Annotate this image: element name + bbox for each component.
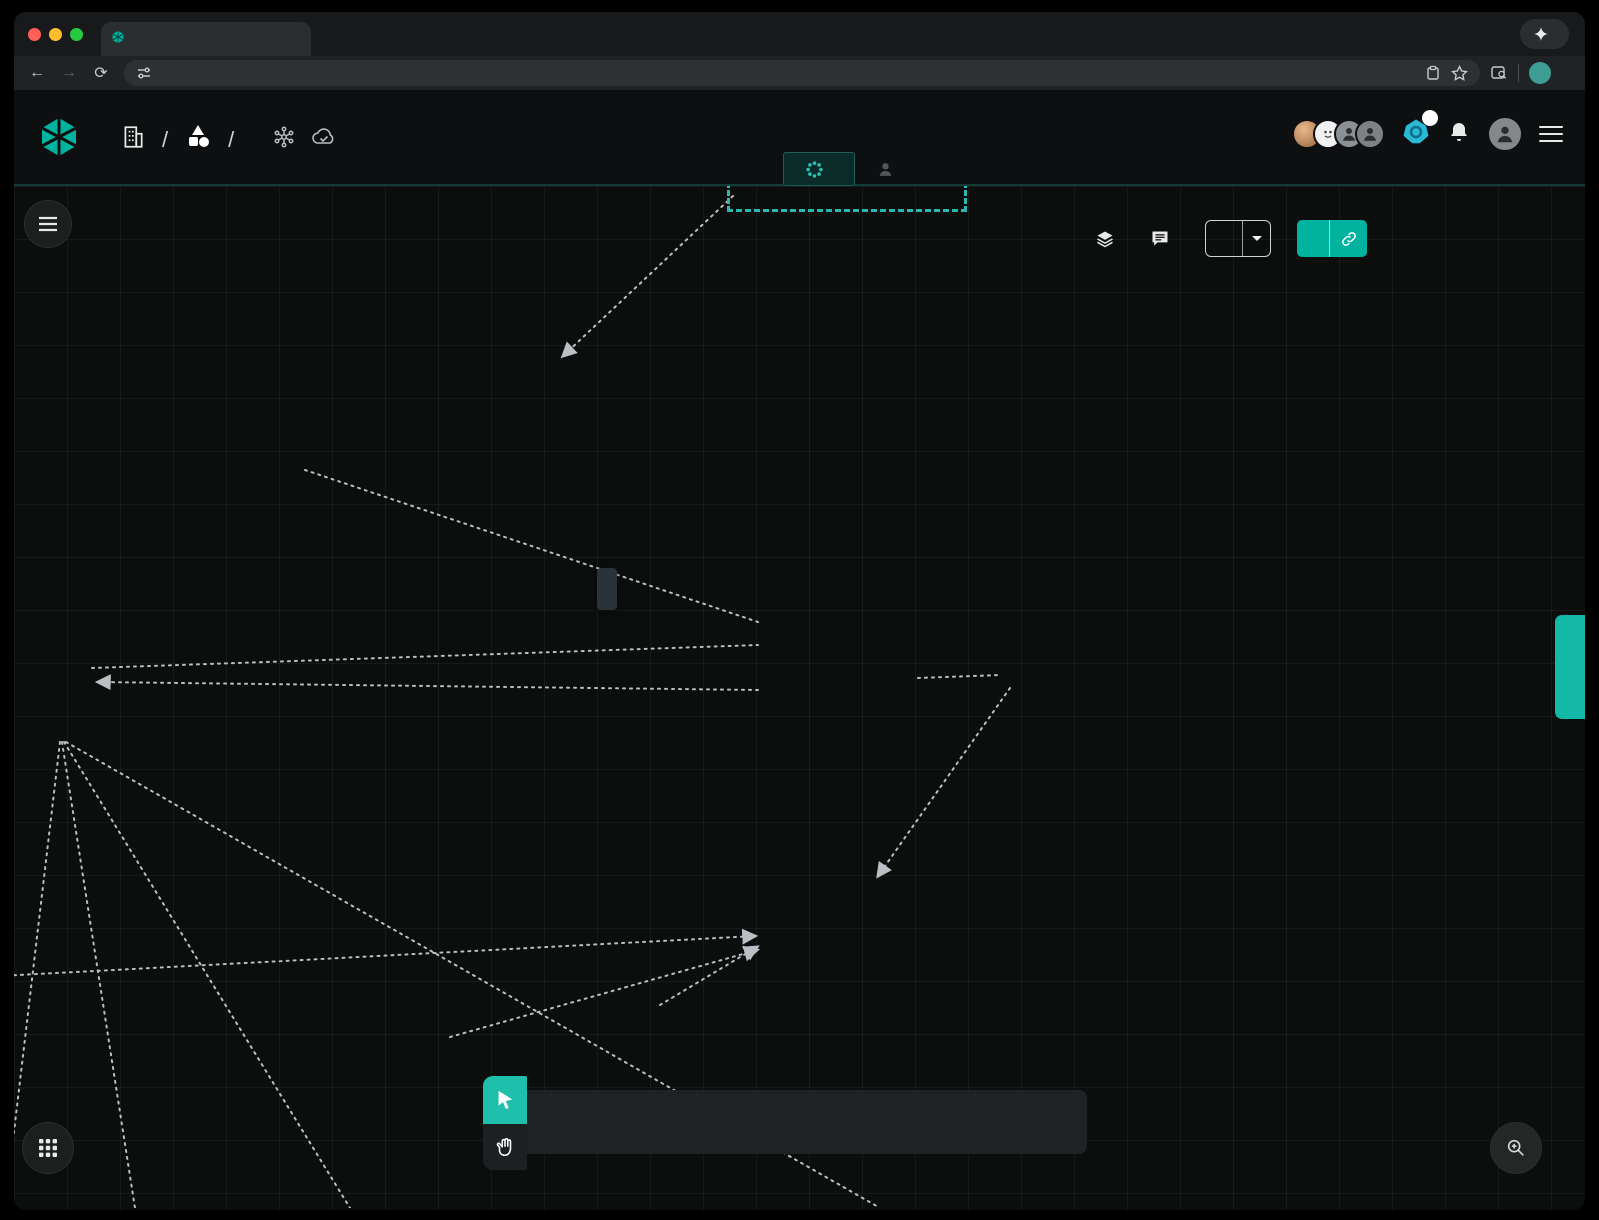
selected-node-toolbar [597, 568, 617, 610]
user-profile-avatar[interactable] [1487, 116, 1523, 152]
browser-profile-avatar[interactable] [1529, 62, 1551, 84]
actions-button[interactable] [1205, 220, 1271, 257]
save-icon[interactable] [1425, 65, 1441, 81]
catalog-button[interactable] [1401, 117, 1431, 152]
mode-toggle [783, 152, 925, 186]
comments-icon [1150, 229, 1170, 249]
browser-toolbar: ← → ⟳ [14, 56, 1585, 90]
snapshot-icon[interactable] [272, 125, 296, 154]
search-tabs-icon[interactable] [1490, 64, 1508, 82]
site-settings-icon[interactable] [136, 65, 152, 81]
gemini-button[interactable] [1520, 19, 1569, 49]
gemini-sparkle-icon [1534, 27, 1548, 41]
bookmark-star-icon[interactable] [1451, 65, 1468, 82]
design-mode-icon [806, 161, 823, 178]
tab-favicon-meshery-icon [111, 30, 125, 49]
select-cursor-tool[interactable] [483, 1076, 527, 1124]
breadcrumb-separator2: / [228, 127, 234, 153]
browser-tabstrip [14, 12, 1585, 56]
pan-hand-tool[interactable] [483, 1124, 527, 1170]
tab-design[interactable] [783, 152, 855, 186]
breadcrumb-separator: / [162, 127, 168, 153]
copy-link-icon[interactable] [1329, 220, 1367, 257]
zoom-window-button[interactable] [70, 28, 83, 41]
cloud-sync-icon[interactable] [310, 125, 338, 154]
browser-window: ← → ⟳ / / [14, 12, 1585, 1210]
collaborator-avatars[interactable] [1292, 119, 1385, 149]
forward-icon[interactable]: → [56, 64, 82, 82]
organization-icon[interactable] [120, 124, 146, 155]
edge-layer [14, 186, 1585, 1208]
feedback-tab[interactable] [1555, 615, 1585, 719]
zoom-button[interactable] [1490, 1122, 1542, 1174]
actions-label[interactable] [1206, 221, 1242, 256]
routetable-selection-ants [727, 186, 967, 212]
comments-button[interactable] [1150, 229, 1179, 249]
design-canvas[interactable] [14, 186, 1585, 1210]
kanvas-header: / / [14, 90, 1585, 186]
browser-tab[interactable] [101, 22, 311, 56]
url-bar[interactable] [124, 60, 1480, 86]
kanvas-logo-icon[interactable] [40, 116, 78, 163]
apps-grid-button[interactable] [22, 1122, 74, 1174]
share-button[interactable] [1297, 220, 1367, 257]
catalog-count-badge [1422, 110, 1438, 126]
canvas-bottom-toolbar [527, 1090, 1087, 1154]
actions-dropdown-caret[interactable] [1242, 221, 1270, 256]
workspace-shapes-icon[interactable] [184, 124, 212, 155]
header-menu-icon[interactable] [1539, 121, 1563, 147]
close-window-button[interactable] [28, 28, 41, 41]
minimize-window-button[interactable] [49, 28, 62, 41]
back-icon[interactable]: ← [24, 64, 50, 82]
reload-icon[interactable]: ⟳ [88, 63, 114, 83]
layers-icon [1095, 229, 1115, 249]
canvas-menu-button[interactable] [24, 200, 72, 248]
notifications-bell-icon[interactable] [1447, 119, 1471, 150]
share-label[interactable] [1297, 220, 1329, 257]
tab-operate[interactable] [855, 152, 925, 186]
canvas-top-toolbar [1095, 220, 1367, 257]
toolbar-separator [1518, 64, 1519, 82]
collaborator-avatar-4[interactable] [1355, 119, 1385, 149]
operate-mode-icon [877, 161, 894, 178]
layers-button[interactable] [1095, 229, 1124, 249]
window-controls [14, 28, 97, 41]
